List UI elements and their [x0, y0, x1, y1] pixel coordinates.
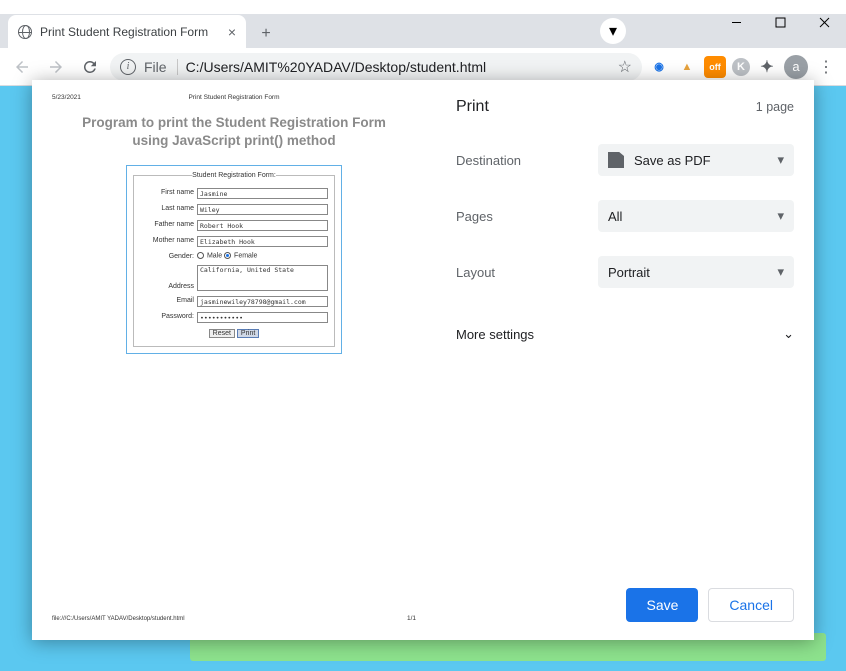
forward-button[interactable] [42, 53, 70, 81]
url-text: C:/Users/AMIT%20YADAV/Desktop/student.ht… [186, 59, 487, 75]
globe-icon [18, 25, 32, 39]
browser-tab[interactable]: Print Student Registration Form × [8, 15, 246, 48]
extensions-menu-icon[interactable]: ✦ [756, 56, 778, 78]
address-bar[interactable]: i File C:/Users/AMIT%20YADAV/Desktop/stu… [110, 53, 642, 81]
print-title: Print [456, 98, 489, 116]
url-scheme: File [144, 59, 178, 75]
site-info-icon[interactable]: i [120, 59, 136, 75]
chevron-down-icon: ▾ [777, 152, 784, 168]
extension-icon[interactable]: off [704, 56, 726, 78]
preview-reset-button: Reset [209, 329, 235, 338]
print-preview-pane: 5/23/2021 Print Student Registration For… [32, 80, 436, 640]
extension-icons: ◉ ▲ off K ✦ a ⋮ [648, 55, 838, 79]
media-control-icon[interactable]: ▾ [600, 18, 626, 44]
window-maximize-button[interactable] [758, 8, 802, 36]
print-settings-pane: Print 1 page Destination Save as PDF ▾ P… [436, 80, 814, 640]
preview-header: Print Student Registration Form [42, 94, 426, 101]
window-minimize-button[interactable] [714, 8, 758, 36]
tab-title: Print Student Registration Form [40, 25, 208, 39]
preview-form: Student Registration Form: First nameJas… [126, 165, 342, 354]
browser-menu-button[interactable]: ⋮ [814, 57, 838, 77]
pages-select[interactable]: All ▾ [598, 200, 794, 232]
chevron-down-icon: ⌄ [783, 326, 794, 342]
radio-icon [197, 252, 204, 259]
bookmark-star-icon[interactable]: ☆ [618, 57, 632, 77]
layout-label: Layout [456, 265, 598, 280]
destination-label: Destination [456, 153, 598, 168]
form-legend: Student Registration Form: [192, 172, 276, 179]
preview-page: 5/23/2021 Print Student Registration For… [42, 88, 426, 628]
preview-print-button: Print [237, 329, 259, 338]
page-count: 1 page [756, 100, 794, 114]
chevron-down-icon: ▾ [777, 208, 784, 224]
radio-icon [224, 252, 231, 259]
pdf-icon [608, 152, 624, 168]
destination-select[interactable]: Save as PDF ▾ [598, 144, 794, 176]
pages-label: Pages [456, 209, 598, 224]
preview-footer-url: file:///C:/Users/AMIT YADAV/Desktop/stud… [52, 616, 185, 622]
print-dialog: 5/23/2021 Print Student Registration For… [32, 80, 814, 640]
reload-button[interactable] [76, 53, 104, 81]
new-tab-button[interactable]: + [252, 20, 280, 48]
profile-avatar[interactable]: a [784, 55, 808, 79]
more-settings-toggle[interactable]: More settings ⌄ [456, 320, 794, 348]
preview-title: Program to print the Student Registratio… [42, 114, 426, 149]
save-button[interactable]: Save [626, 588, 698, 622]
extension-icon[interactable]: ◉ [648, 56, 670, 78]
chevron-down-icon: ▾ [777, 264, 784, 280]
cancel-button[interactable]: Cancel [708, 588, 794, 622]
preview-page-number: 1/1 [407, 615, 416, 622]
layout-select[interactable]: Portrait ▾ [598, 256, 794, 288]
back-button[interactable] [8, 53, 36, 81]
extension-icon[interactable]: K [732, 58, 750, 76]
window-close-button[interactable] [802, 8, 846, 36]
extension-icon[interactable]: ▲ [676, 56, 698, 78]
tab-close-button[interactable]: × [228, 24, 236, 40]
